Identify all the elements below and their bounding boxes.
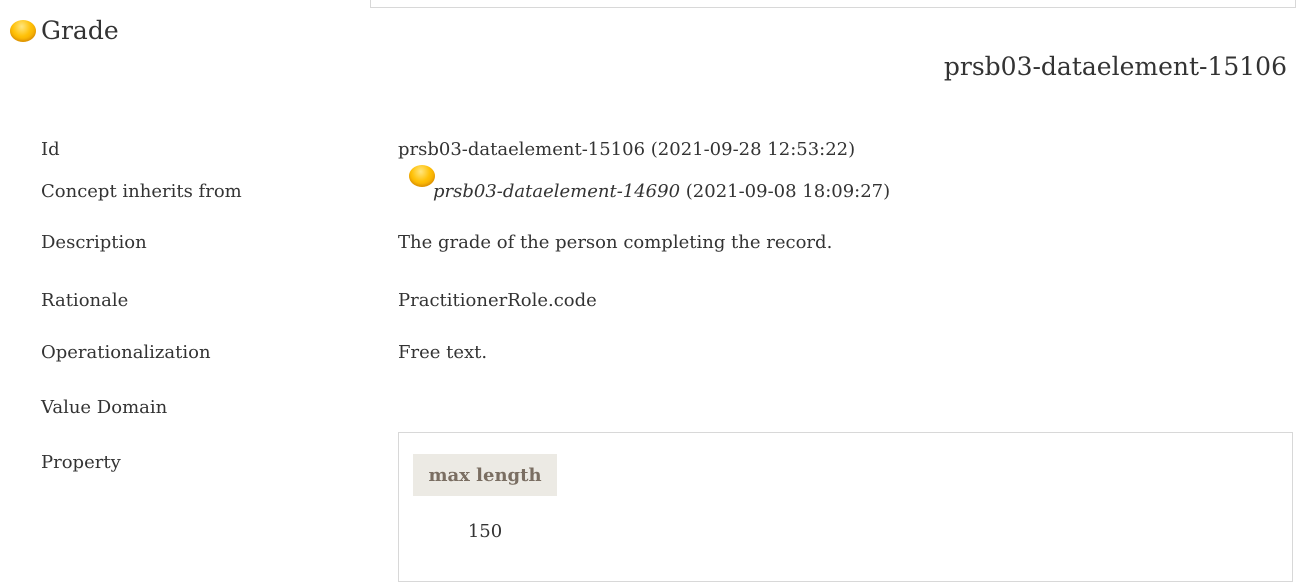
- inherits-date: (2021-09-08 18:09:27): [680, 181, 891, 202]
- id-value: prsb03-dataelement-15106 (2021-09-28 12:…: [398, 139, 856, 160]
- concept-id-heading: prsb03-dataelement-15106: [943, 52, 1287, 81]
- max-length-header: max length: [413, 454, 557, 496]
- id-label: Id: [41, 139, 60, 160]
- description-value: The grade of the person completing the r…: [398, 232, 833, 253]
- property-table: max length 150: [398, 432, 1293, 582]
- inherit-status-ball-icon: [409, 165, 435, 187]
- value-domain-label: Value Domain: [41, 397, 168, 418]
- status-ball-icon: [10, 20, 36, 42]
- property-label: Property: [41, 452, 121, 473]
- concept-title: Grade: [41, 16, 119, 45]
- previous-panel-frame: [370, 0, 1296, 8]
- max-length-value: 150: [467, 521, 503, 542]
- inherits-link[interactable]: prsb03-dataelement-14690: [433, 181, 680, 202]
- inherits-label: Concept inherits from: [41, 181, 242, 202]
- operationalization-label: Operationalization: [41, 342, 211, 363]
- rationale-value: PractitionerRole.code: [398, 290, 597, 311]
- inherits-value: prsb03-dataelement-14690 (2021-09-08 18:…: [433, 181, 890, 202]
- description-label: Description: [41, 232, 147, 253]
- rationale-label: Rationale: [41, 290, 129, 311]
- operationalization-value: Free text.: [398, 342, 488, 363]
